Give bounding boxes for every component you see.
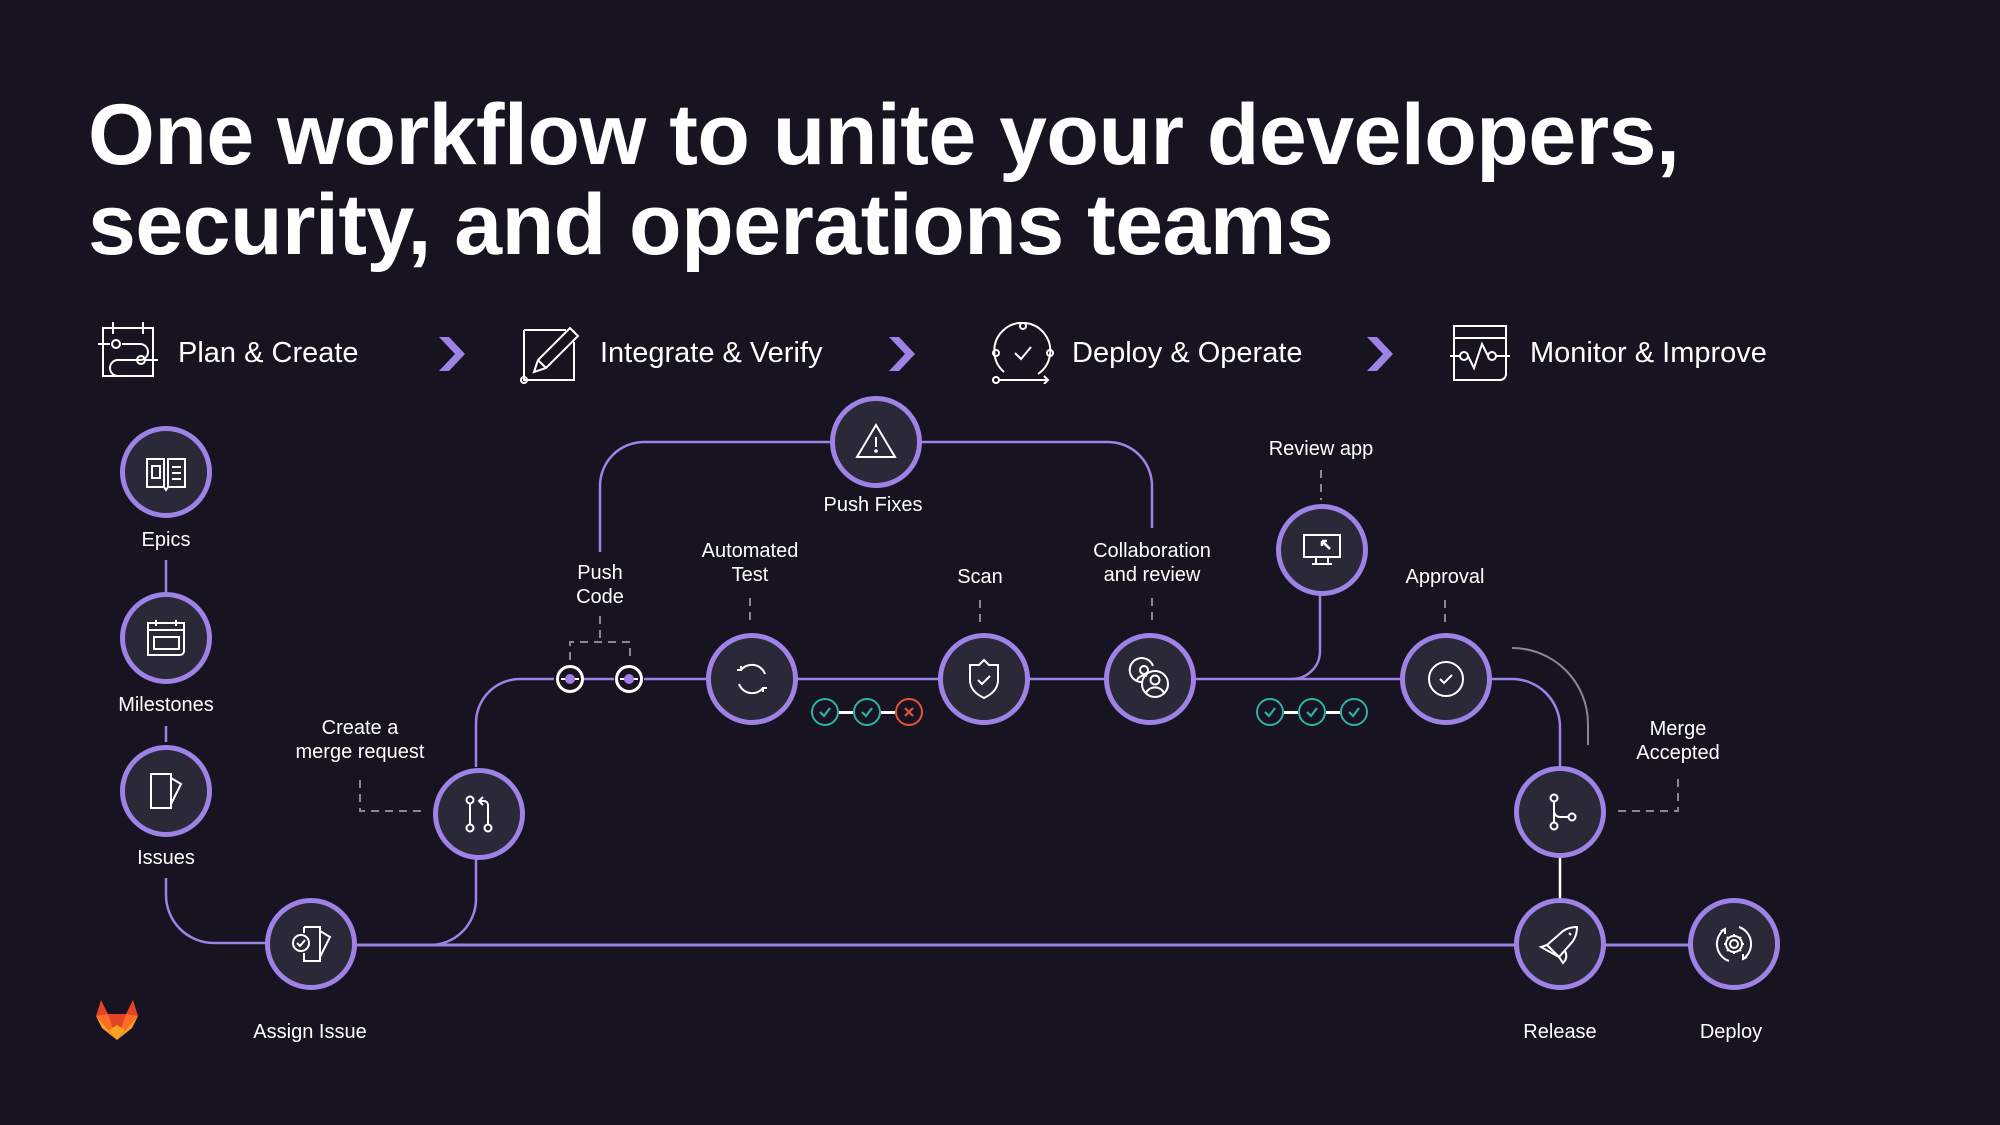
pipeline-connector	[881, 710, 895, 714]
node-issues[interactable]	[120, 745, 212, 837]
check-circle-icon	[1428, 661, 1464, 697]
label-line: Test	[731, 564, 769, 586]
check-icon	[819, 707, 831, 718]
commit-node[interactable]	[556, 665, 584, 693]
node-deploy[interactable]	[1688, 898, 1780, 990]
node-release[interactable]	[1514, 898, 1606, 990]
pipeline-status-passed[interactable]	[1256, 698, 1284, 726]
node-review-app[interactable]	[1276, 504, 1368, 596]
node-label-scan: Scan	[957, 566, 1003, 588]
node-label-release: Release	[1523, 1021, 1597, 1043]
node-automated-test[interactable]	[706, 633, 798, 725]
node-label-review-app: Review app	[1268, 438, 1374, 460]
leader-push-code	[569, 616, 631, 660]
node-label-deploy: Deploy	[1699, 1021, 1763, 1043]
connector-assign-mr	[429, 856, 478, 947]
assign-issue-icon	[292, 926, 332, 962]
pipeline-status-passed[interactable]	[1298, 698, 1326, 726]
label-line: Accepted	[1636, 742, 1720, 764]
connector-mr-pushcode	[474, 677, 554, 767]
label-line: and review	[1103, 564, 1201, 586]
node-collaboration-review[interactable]	[1104, 633, 1196, 725]
label-line: Code	[576, 586, 624, 608]
check-icon	[861, 707, 873, 718]
label-line: Merge	[1649, 718, 1707, 740]
node-label-milestones: Milestones	[118, 694, 214, 716]
node-approval[interactable]	[1400, 633, 1492, 725]
label-line: Push	[577, 562, 623, 584]
check-icon	[1348, 707, 1360, 718]
node-label-push-fixes: Push Fixes	[823, 494, 923, 516]
node-label-issues: Issues	[137, 847, 195, 869]
shield-check-icon	[969, 658, 999, 700]
check-icon	[1264, 707, 1276, 718]
connector-reviewapp-main	[1291, 595, 1322, 681]
gear-cycle-icon	[1715, 926, 1753, 962]
connector-approval-merge	[1488, 677, 1562, 768]
refresh-cycle-icon	[737, 663, 767, 695]
pipeline-status-failed[interactable]	[895, 698, 923, 726]
users-icon	[1128, 657, 1169, 698]
node-merge-accepted[interactable]	[1514, 766, 1606, 858]
label-line: Create a	[321, 717, 399, 739]
pipeline-connector	[1284, 710, 1298, 714]
node-label-approval: Approval	[1405, 566, 1485, 588]
node-label-push-code: Push Code	[576, 561, 624, 609]
pipeline-connector	[1326, 710, 1340, 714]
branch-merge-icon	[1549, 793, 1577, 831]
node-label-automated-test: Automated Test	[702, 539, 799, 587]
node-milestones[interactable]	[120, 592, 212, 684]
node-scan[interactable]	[938, 633, 1030, 725]
x-icon	[904, 707, 914, 717]
node-create-merge-request[interactable]	[433, 768, 525, 860]
pipeline-status-passed[interactable]	[811, 698, 839, 726]
node-label-epics: Epics	[141, 529, 191, 551]
book-open-icon	[146, 458, 186, 492]
warning-triangle-icon	[855, 423, 897, 458]
rocket-icon	[1538, 925, 1579, 965]
node-push-fixes[interactable]	[830, 396, 922, 488]
node-epics[interactable]	[120, 426, 212, 518]
node-label-merge-accepted: Merge Accepted	[1636, 717, 1719, 765]
label-line: Collaboration	[1093, 540, 1211, 562]
leader-merge-accepted	[1618, 778, 1679, 812]
gitlab-tanuki-logo	[96, 1000, 138, 1040]
connector-loop-pushcode-fixes	[598, 440, 830, 552]
pipeline-status-passed[interactable]	[1340, 698, 1368, 726]
calendar-icon	[147, 620, 185, 656]
leader-create-mr	[359, 780, 424, 812]
node-label-collaboration: Collaboration and review	[1093, 539, 1211, 587]
commit-node[interactable]	[615, 665, 643, 693]
pipeline-connector	[839, 710, 853, 714]
node-label-create-mr: Create a merge request	[296, 716, 425, 764]
check-icon	[1306, 707, 1318, 718]
test-pipeline-status[interactable]	[811, 698, 923, 726]
label-line: Automated	[701, 540, 799, 562]
merge-request-icon	[465, 795, 493, 833]
connector-loop-fixes-collab	[918, 440, 1154, 528]
connector-issues-assign	[164, 878, 268, 945]
issue-document-icon	[150, 773, 183, 809]
pipeline-status-passed[interactable]	[853, 698, 881, 726]
monitor-cursor-icon	[1303, 534, 1341, 565]
label-line: merge request	[295, 741, 425, 763]
review-pipeline-status[interactable]	[1256, 698, 1368, 726]
node-assign-issue[interactable]	[265, 898, 357, 990]
node-label-assign-issue: Assign Issue	[253, 1021, 367, 1043]
